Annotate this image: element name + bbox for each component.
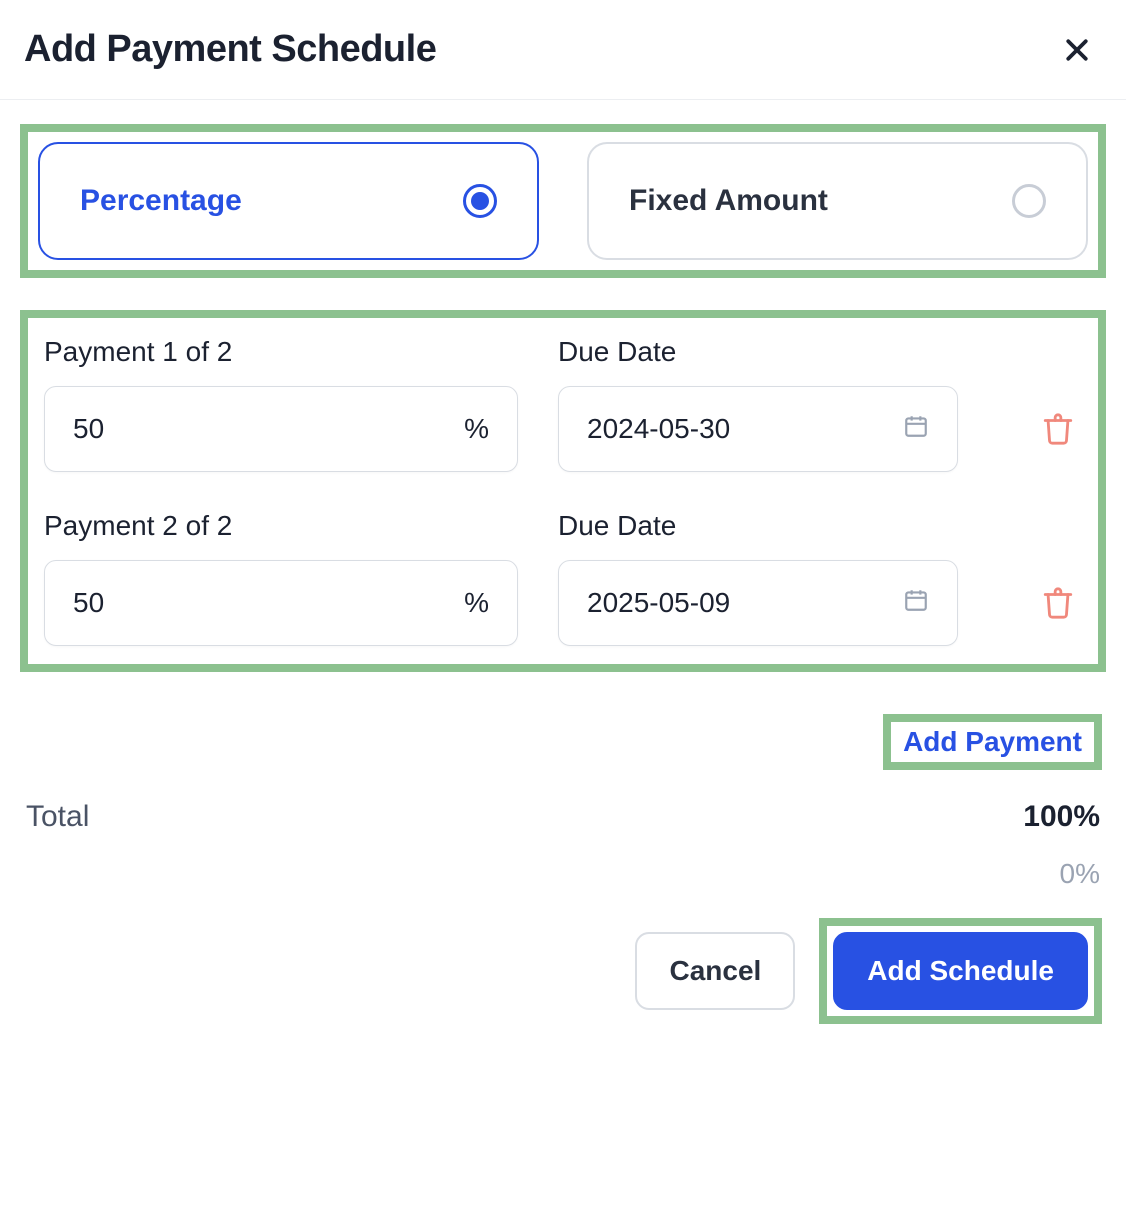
add-payment-link[interactable]: Add Payment bbox=[899, 718, 1086, 765]
type-selector: Percentage Fixed Amount bbox=[38, 142, 1088, 260]
dialog-footer: Cancel Add Schedule bbox=[20, 918, 1106, 1024]
input-value: 2025-05-09 bbox=[587, 587, 730, 619]
payment-row: Payment 1 of 2 Due Date 50 % 2024-05-30 bbox=[38, 328, 1088, 502]
due-date-input[interactable]: 2025-05-09 bbox=[558, 560, 958, 646]
type-option-label: Percentage bbox=[80, 184, 242, 218]
type-selector-highlight: Percentage Fixed Amount bbox=[20, 124, 1106, 278]
payments-highlight: Payment 1 of 2 Due Date 50 % 2024-05-30 bbox=[20, 310, 1106, 672]
radio-icon bbox=[1012, 184, 1046, 218]
dialog-title: Add Payment Schedule bbox=[24, 28, 436, 71]
type-option-label: Fixed Amount bbox=[629, 184, 828, 218]
add-payment-wrap: Add Payment bbox=[20, 714, 1106, 770]
dialog-header: Add Payment Schedule bbox=[0, 0, 1126, 100]
close-icon bbox=[1062, 35, 1092, 65]
total-sub-row: 0% bbox=[20, 858, 1106, 890]
calendar-icon bbox=[903, 587, 929, 620]
total-label: Total bbox=[26, 800, 89, 834]
payment-label: Payment 1 of 2 bbox=[44, 336, 518, 368]
payment-row: Payment 2 of 2 Due Date 50 % 2025-05-09 bbox=[38, 502, 1088, 654]
add-payment-highlight: Add Payment bbox=[883, 714, 1102, 770]
trash-icon bbox=[1041, 412, 1075, 446]
total-value: 100% bbox=[1023, 800, 1100, 834]
close-button[interactable] bbox=[1056, 29, 1098, 71]
due-date-label: Due Date bbox=[558, 510, 958, 542]
payment-amount-input[interactable]: 50 % bbox=[44, 560, 518, 646]
submit-highlight: Add Schedule bbox=[819, 918, 1102, 1024]
payment-label: Payment 2 of 2 bbox=[44, 510, 518, 542]
total-sub-value: 0% bbox=[1060, 858, 1100, 890]
input-value: 50 bbox=[73, 587, 104, 619]
input-value: 50 bbox=[73, 413, 104, 445]
trash-icon bbox=[1041, 586, 1075, 620]
type-option-fixed-amount[interactable]: Fixed Amount bbox=[587, 142, 1088, 260]
calendar-icon bbox=[903, 413, 929, 446]
type-option-percentage[interactable]: Percentage bbox=[38, 142, 539, 260]
payment-amount-input[interactable]: 50 % bbox=[44, 386, 518, 472]
due-date-input[interactable]: 2024-05-30 bbox=[558, 386, 958, 472]
input-value: 2024-05-30 bbox=[587, 413, 730, 445]
delete-payment-button[interactable] bbox=[1034, 579, 1082, 627]
delete-payment-button[interactable] bbox=[1034, 405, 1082, 453]
total-row: Total 100% bbox=[20, 800, 1106, 834]
input-suffix: % bbox=[464, 587, 489, 619]
payments-section: Payment 1 of 2 Due Date 50 % 2024-05-30 bbox=[20, 310, 1106, 672]
radio-icon bbox=[463, 184, 497, 218]
dialog-body: Percentage Fixed Amount Payment 1 of 2 D… bbox=[0, 100, 1126, 1064]
cancel-button[interactable]: Cancel bbox=[635, 932, 795, 1010]
input-suffix: % bbox=[464, 413, 489, 445]
due-date-label: Due Date bbox=[558, 336, 958, 368]
add-schedule-button[interactable]: Add Schedule bbox=[833, 932, 1088, 1010]
